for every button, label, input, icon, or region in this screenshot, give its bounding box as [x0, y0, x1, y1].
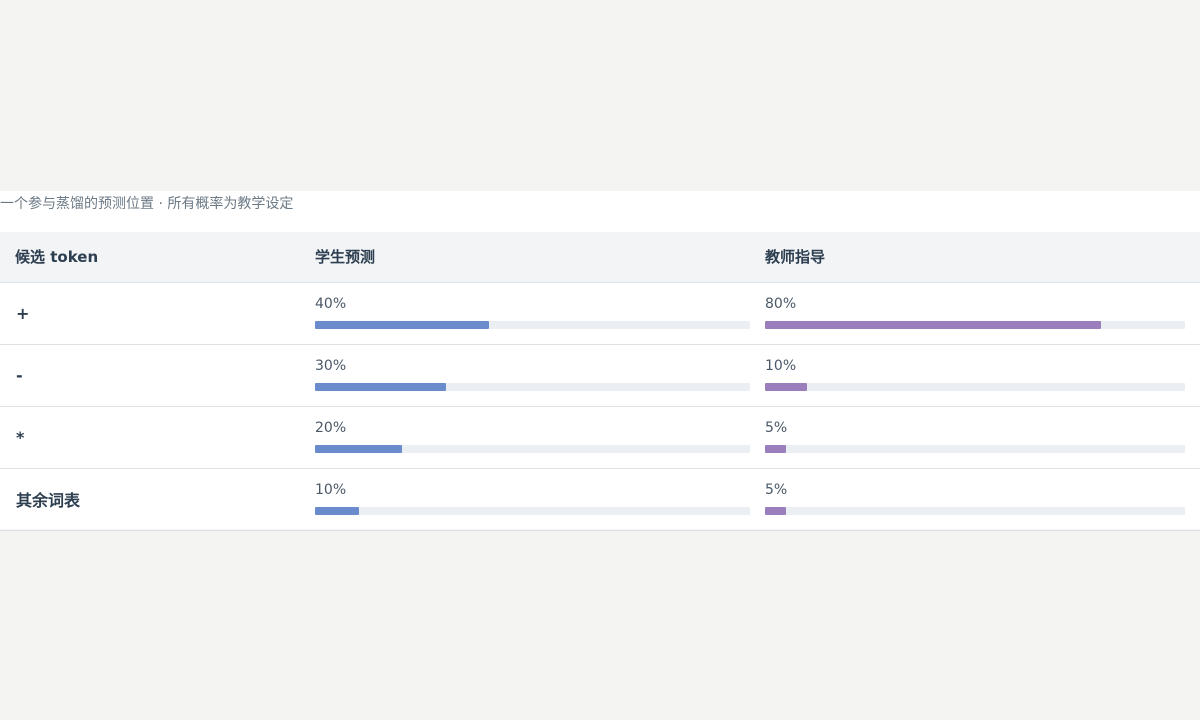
teacher-guidance-cell: 5% [765, 406, 1200, 469]
teacher-bar-track [765, 320, 1185, 329]
table-row: * 20% 5% [0, 406, 1200, 469]
table-row: + 40% 80% [0, 282, 1200, 345]
student-bar-track [315, 444, 750, 453]
student-bar-fill [315, 506, 359, 515]
student-bar-fill [315, 444, 402, 453]
table-header-row: 候选 token 学生预测 教师指导 [0, 232, 1200, 283]
teacher-guidance-cell: 5% [765, 468, 1200, 531]
teacher-percent: 5% [765, 481, 788, 498]
table-row: - 30% 10% [0, 344, 1200, 407]
student-prediction-cell: 40% [315, 282, 765, 345]
student-percent: 40% [315, 295, 347, 312]
teacher-percent: 10% [765, 357, 797, 374]
student-bar-fill [315, 382, 446, 391]
distillation-panel: 一个参与蒸馏的预测位置 · 所有概率为教学设定 候选 token 学生预测 教师… [0, 191, 1200, 531]
student-percent: 10% [315, 481, 347, 498]
student-bar-fill [315, 320, 489, 329]
token-cell: + [0, 282, 315, 345]
teacher-bar-fill [765, 382, 807, 391]
token-cell: - [0, 344, 315, 407]
table-row: 其余词表 10% 5% [0, 468, 1200, 531]
teacher-guidance-cell: 10% [765, 344, 1200, 407]
teacher-bar-track [765, 444, 1185, 453]
student-percent: 30% [315, 357, 347, 374]
teacher-bar-track [765, 382, 1185, 391]
student-bar-track [315, 320, 750, 329]
header-teacher-guidance: 教师指导 [765, 232, 1200, 283]
teacher-bar-track [765, 506, 1185, 515]
teacher-percent: 5% [765, 419, 788, 436]
header-student-prediction: 学生预测 [315, 232, 765, 283]
header-candidate-token: 候选 token [0, 232, 315, 283]
student-prediction-cell: 10% [315, 468, 765, 531]
student-percent: 20% [315, 419, 347, 436]
token-cell: * [0, 406, 315, 469]
teacher-bar-fill [765, 506, 786, 515]
student-prediction-cell: 30% [315, 344, 765, 407]
teacher-bar-fill [765, 444, 786, 453]
teacher-bar-fill [765, 320, 1101, 329]
teacher-percent: 80% [765, 295, 797, 312]
student-bar-track [315, 382, 750, 391]
student-bar-track [315, 506, 750, 515]
teacher-guidance-cell: 80% [765, 282, 1200, 345]
probability-table: 候选 token 学生预测 教师指导 + 40% 80% - 30% 10% *… [0, 232, 1200, 531]
panel-caption: 一个参与蒸馏的预测位置 · 所有概率为教学设定 [0, 196, 294, 212]
student-prediction-cell: 20% [315, 406, 765, 469]
token-cell: 其余词表 [0, 468, 315, 531]
